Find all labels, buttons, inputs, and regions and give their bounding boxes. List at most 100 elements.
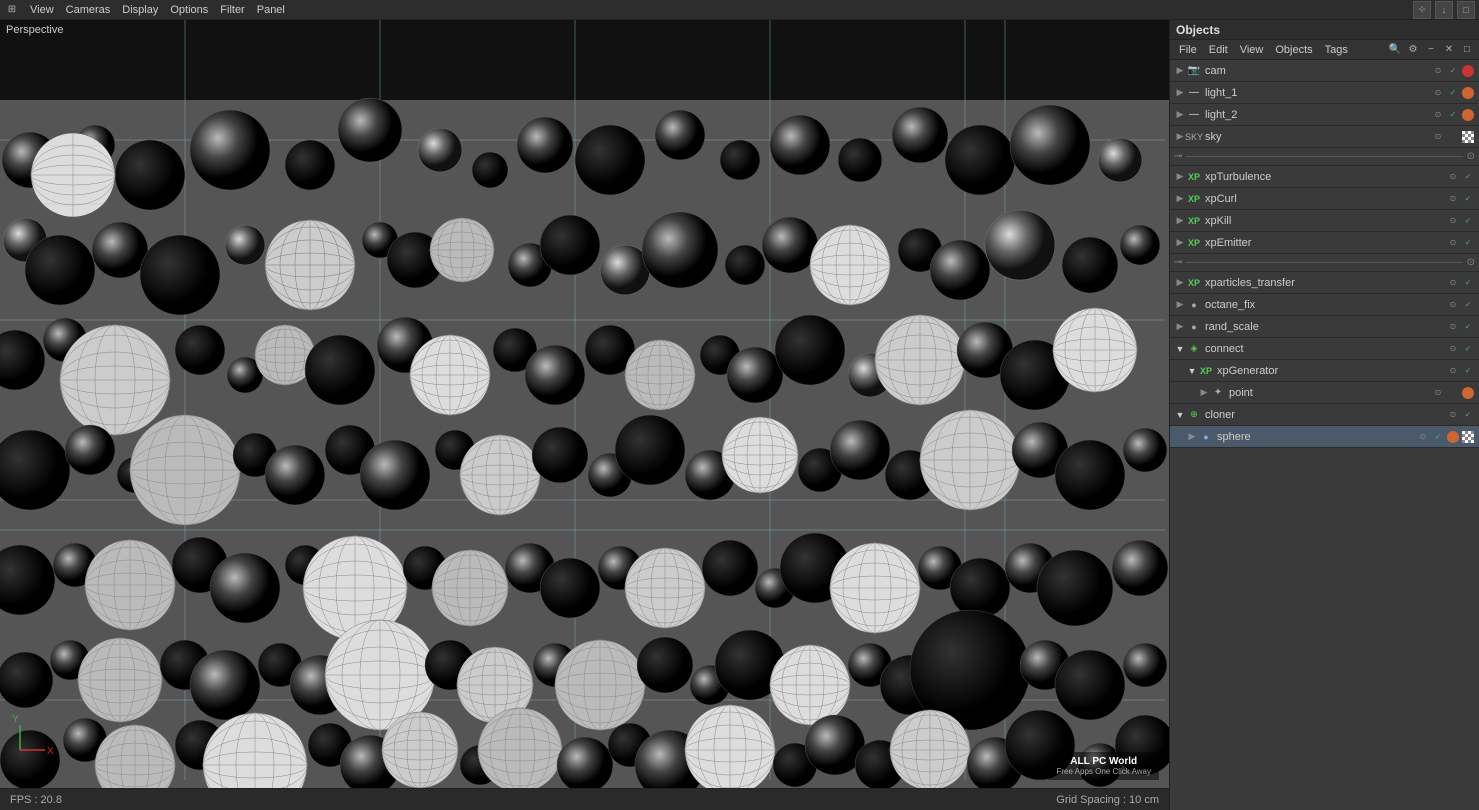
object-item-xpTurbulence[interactable]: ▶ XP xpTurbulence ⊙ ✓ <box>1170 166 1479 188</box>
expand-cam[interactable]: ▶ <box>1174 65 1186 76</box>
object-item-rand-scale[interactable]: ▶ ● rand_scale ⊙ ✓ <box>1170 316 1479 338</box>
object-list[interactable]: ▶ 📷 cam ⊙ ✓ ▶ — light_1 ⊙ ✓ <box>1170 60 1479 810</box>
object-item-xpCurl[interactable]: ▶ XP xpCurl ⊙ ✓ <box>1170 188 1479 210</box>
omenu-tags[interactable]: Tags <box>1320 44 1353 56</box>
sep2-ctrl[interactable]: ⊙ <box>1467 257 1475 268</box>
xpGenerator-check[interactable]: ✓ <box>1461 364 1475 378</box>
connect-vis[interactable]: ⊙ <box>1446 342 1460 356</box>
light1-vis-icon[interactable]: ⊙ <box>1431 86 1445 100</box>
object-item-cloner[interactable]: ▼ ⊕ cloner ⊙ ✓ <box>1170 404 1479 426</box>
xpCurl-label: xpCurl <box>1205 193 1446 205</box>
expand-xpEmitter[interactable]: ▶ <box>1174 237 1186 248</box>
xpKill-controls: ⊙ ✓ <box>1446 214 1475 228</box>
minimize-icon[interactable]: − <box>1423 42 1439 58</box>
sphere-vis[interactable]: ⊙ <box>1416 430 1430 444</box>
menu-cameras[interactable]: Cameras <box>60 0 117 20</box>
octane-check[interactable]: ✓ <box>1461 298 1475 312</box>
expand-rand-scale[interactable]: ▶ <box>1174 321 1186 332</box>
omenu-file[interactable]: File <box>1174 44 1202 56</box>
omenu-objects[interactable]: Objects <box>1270 44 1317 56</box>
sep1-ctrl[interactable]: ⊙ <box>1467 151 1475 162</box>
object-item-point[interactable]: ▶ ✦ point ⊙ <box>1170 382 1479 404</box>
xpEmitter-icon: XP <box>1186 235 1202 251</box>
expand-icon[interactable]: □ <box>1459 42 1475 58</box>
expand-xparticles[interactable]: ▶ <box>1174 277 1186 288</box>
close-icon[interactable]: ✕ <box>1441 42 1457 58</box>
rand-scale-controls: ⊙ ✓ <box>1446 320 1475 334</box>
cloner-vis[interactable]: ⊙ <box>1446 408 1460 422</box>
xpKill-vis[interactable]: ⊙ <box>1446 214 1460 228</box>
light1-check-icon[interactable]: ✓ <box>1446 86 1460 100</box>
expand-light2[interactable]: ▶ <box>1174 109 1186 120</box>
menu-panel[interactable]: Panel <box>251 0 291 20</box>
cam-lock-icon[interactable]: ✓ <box>1446 64 1460 78</box>
xpTurbulence-check[interactable]: ✓ <box>1461 170 1475 184</box>
xpEmitter-check[interactable]: ✓ <box>1461 236 1475 250</box>
cam-vis-icon[interactable]: ⊙ <box>1431 64 1445 78</box>
object-item-octane-fix[interactable]: ▶ ● octane_fix ⊙ ✓ <box>1170 294 1479 316</box>
tool-btn-1[interactable]: ⊹ <box>1413 1 1431 19</box>
object-item-sky[interactable]: ▶ SKY sky ⊙ <box>1170 126 1479 148</box>
object-item-xpKill[interactable]: ▶ XP xpKill ⊙ ✓ <box>1170 210 1479 232</box>
expand-cloner[interactable]: ▼ <box>1174 410 1186 420</box>
expand-xpTurbulence[interactable]: ▶ <box>1174 171 1186 182</box>
expand-sphere[interactable]: ▶ <box>1186 431 1198 442</box>
rand-scale-check[interactable]: ✓ <box>1461 320 1475 334</box>
grid-spacing-display: Grid Spacing : 10 cm <box>1056 794 1159 806</box>
octane-vis[interactable]: ⊙ <box>1446 298 1460 312</box>
tool-btn-3[interactable]: □ <box>1457 1 1475 19</box>
xparticles-check[interactable]: ✓ <box>1461 276 1475 290</box>
xpGenerator-controls: ⊙ ✓ <box>1446 364 1475 378</box>
right-panel: Objects File Edit View Objects Tags 🔍 ⚙ … <box>1169 20 1479 810</box>
object-item-cam[interactable]: ▶ 📷 cam ⊙ ✓ <box>1170 60 1479 82</box>
cloner-check[interactable]: ✓ <box>1461 408 1475 422</box>
expand-xpCurl[interactable]: ▶ <box>1174 193 1186 204</box>
light2-vis-icon[interactable]: ⊙ <box>1431 108 1445 122</box>
sphere-check[interactable]: ✓ <box>1431 430 1445 444</box>
connect-check[interactable]: ✓ <box>1461 342 1475 356</box>
sky-check-icon[interactable] <box>1446 130 1460 144</box>
expand-light1[interactable]: ▶ <box>1174 87 1186 98</box>
point-check[interactable] <box>1446 386 1460 400</box>
search-icon[interactable]: 🔍 <box>1387 42 1403 58</box>
object-item-sphere[interactable]: ▶ ● sphere ⊙ ✓ <box>1170 426 1479 448</box>
object-item-connect[interactable]: ▼ ◈ connect ⊙ ✓ <box>1170 338 1479 360</box>
xpGenerator-vis[interactable]: ⊙ <box>1446 364 1460 378</box>
light2-check-icon[interactable]: ✓ <box>1446 108 1460 122</box>
object-item-xpEmitter[interactable]: ▶ XP xpEmitter ⊙ ✓ <box>1170 232 1479 254</box>
xpTurbulence-vis[interactable]: ⊙ <box>1446 170 1460 184</box>
xpKill-icon: XP <box>1186 213 1202 229</box>
menu-filter[interactable]: Filter <box>214 0 250 20</box>
menu-view[interactable]: View <box>24 0 60 20</box>
point-vis[interactable]: ⊙ <box>1431 386 1445 400</box>
sky-vis-icon[interactable]: ⊙ <box>1431 130 1445 144</box>
config-icon[interactable]: ⚙ <box>1405 42 1421 58</box>
light1-color-dot <box>1462 87 1474 99</box>
menu-display[interactable]: Display <box>116 0 164 20</box>
tool-btn-2[interactable]: ↓ <box>1435 1 1453 19</box>
omenu-edit[interactable]: Edit <box>1204 44 1233 56</box>
xpCurl-vis[interactable]: ⊙ <box>1446 192 1460 206</box>
connect-label: connect <box>1205 343 1446 355</box>
cam-icon: 📷 <box>1186 63 1202 79</box>
expand-connect[interactable]: ▼ <box>1174 344 1186 354</box>
expand-xpGenerator[interactable]: ▼ <box>1186 366 1198 376</box>
menu-options[interactable]: Options <box>164 0 214 20</box>
xpCurl-check[interactable]: ✓ <box>1461 192 1475 206</box>
omenu-view[interactable]: View <box>1235 44 1269 56</box>
xparticles-vis[interactable]: ⊙ <box>1446 276 1460 290</box>
expand-octane[interactable]: ▶ <box>1174 299 1186 310</box>
object-item-xpGenerator[interactable]: ▼ XP xpGenerator ⊙ ✓ <box>1170 360 1479 382</box>
object-item-xparticles-transfer[interactable]: ▶ XP xparticles_transfer ⊙ ✓ <box>1170 272 1479 294</box>
viewport[interactable]: Perspective <box>0 20 1169 810</box>
xparticles-icon: XP <box>1186 275 1202 291</box>
cloner-icon: ⊕ <box>1186 407 1202 423</box>
xpCurl-icon: XP <box>1186 191 1202 207</box>
xpEmitter-vis[interactable]: ⊙ <box>1446 236 1460 250</box>
rand-scale-vis[interactable]: ⊙ <box>1446 320 1460 334</box>
expand-point[interactable]: ▶ <box>1198 387 1210 398</box>
expand-xpKill[interactable]: ▶ <box>1174 215 1186 226</box>
xpKill-check[interactable]: ✓ <box>1461 214 1475 228</box>
object-item-light1[interactable]: ▶ — light_1 ⊙ ✓ <box>1170 82 1479 104</box>
object-item-light2[interactable]: ▶ — light_2 ⊙ ✓ <box>1170 104 1479 126</box>
